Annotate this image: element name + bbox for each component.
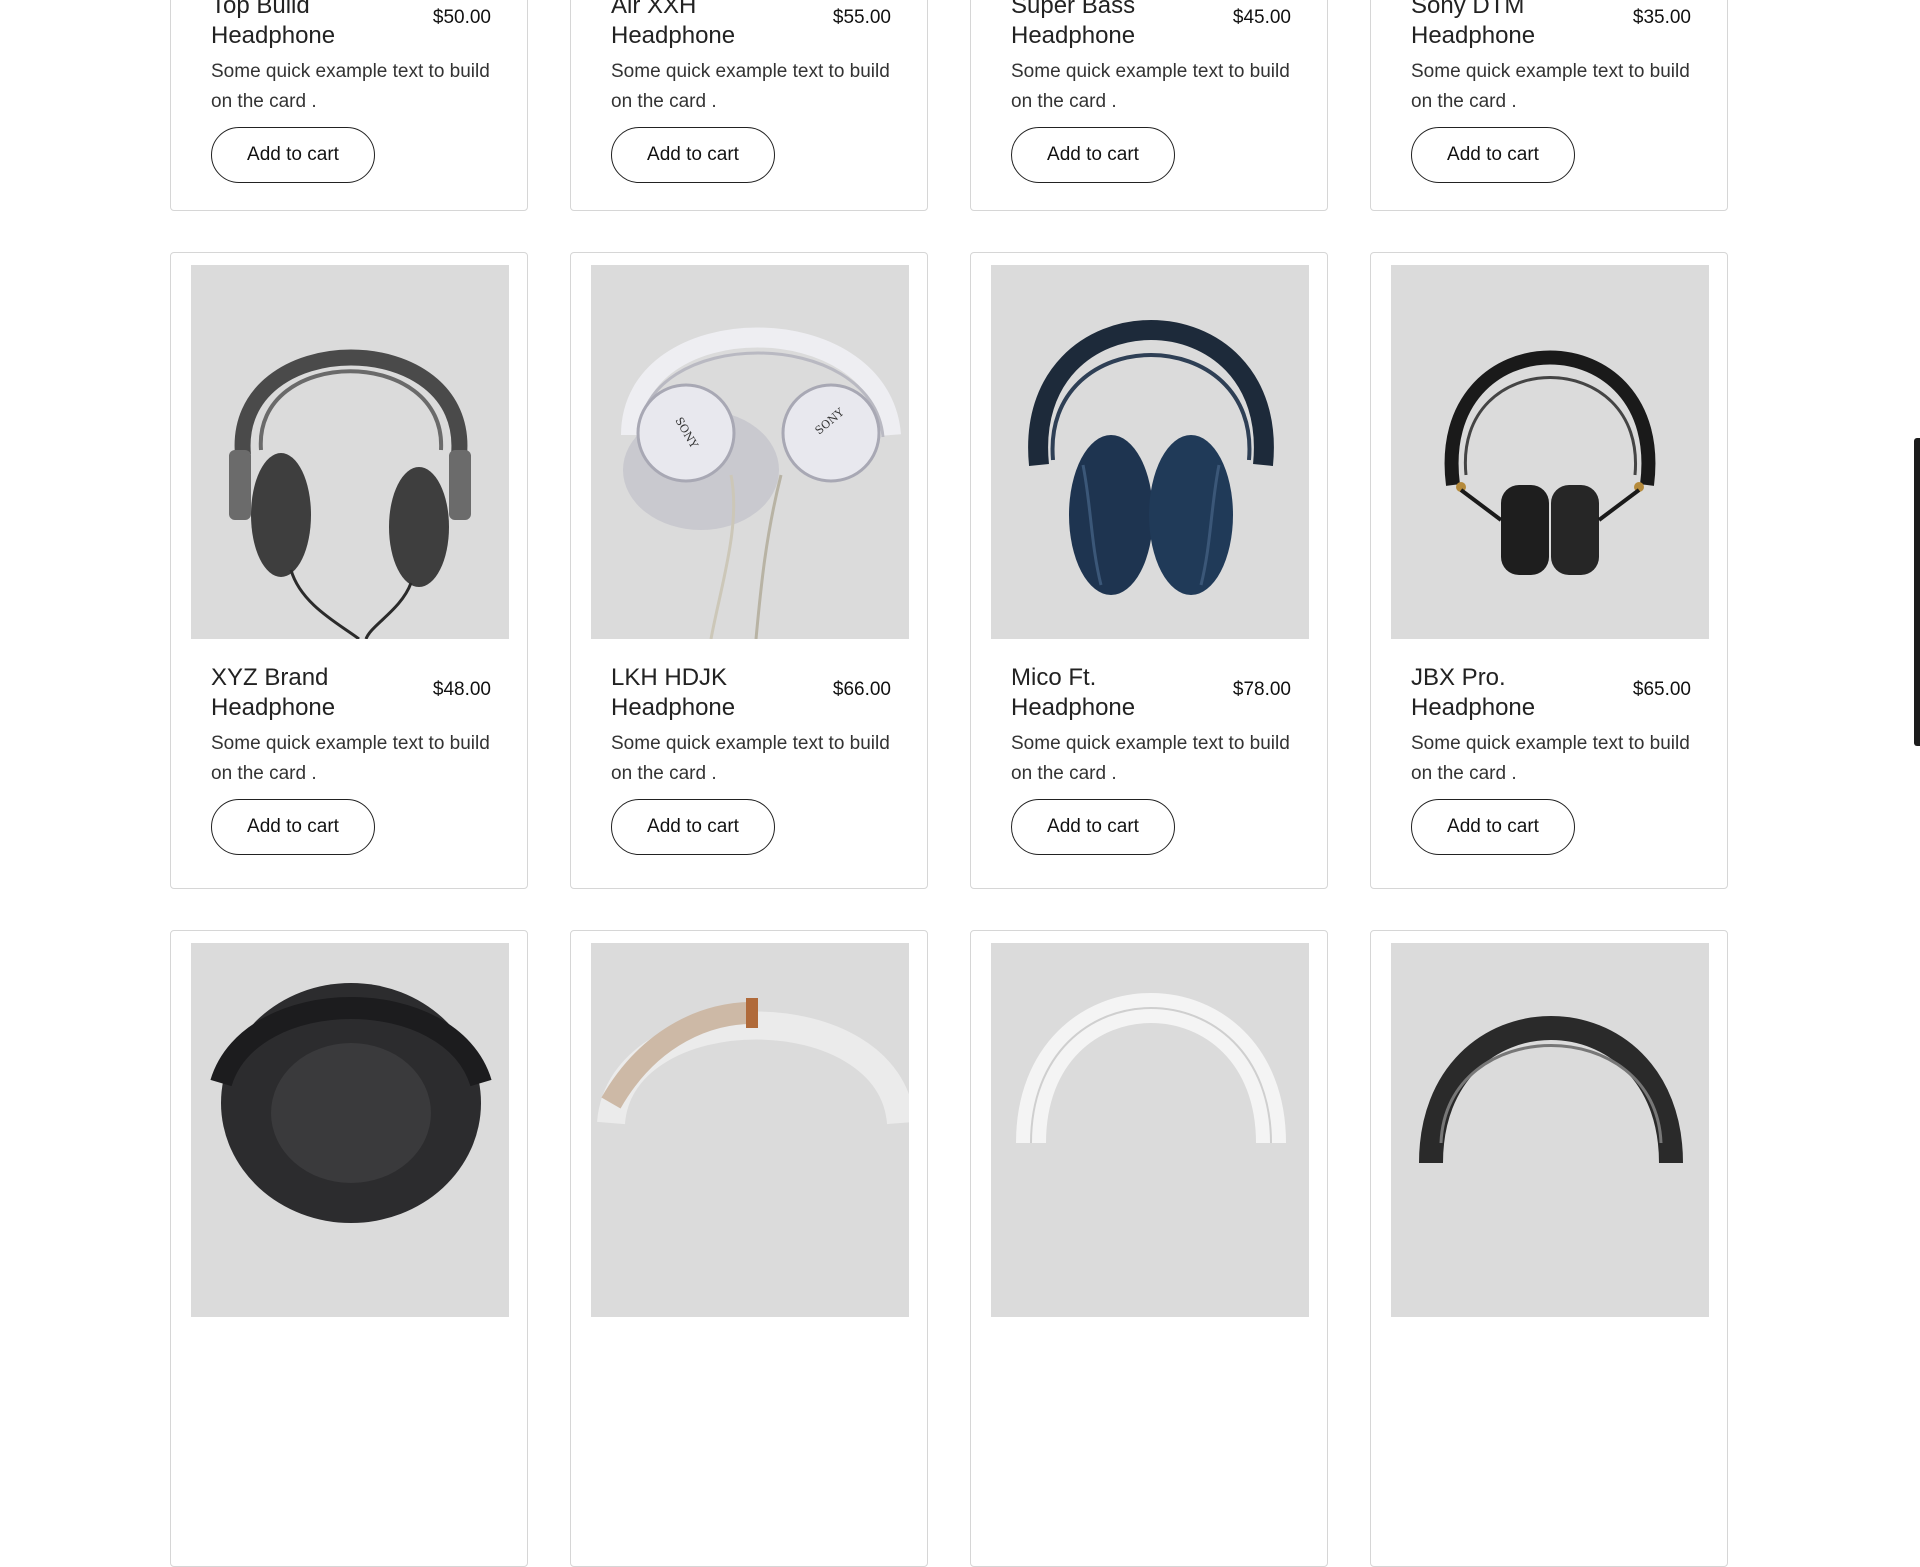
product-card: Sony DTM Headphone $35.00 Some quick exa…: [1370, 0, 1728, 211]
product-grid: Top Build Headphone $50.00 Some quick ex…: [0, 0, 1920, 1567]
add-to-cart-button[interactable]: Add to cart: [1411, 127, 1575, 183]
product-description: Some quick example text to build on the …: [1011, 733, 1290, 784]
headphone-image: [1419, 1016, 1683, 1164]
headphone-image: [597, 998, 909, 1125]
product-name: Mico Ft. Headphone: [1011, 664, 1136, 721]
product-card: Super Bass Headphone $45.00 Some quick e…: [970, 0, 1328, 211]
add-to-cart-button[interactable]: Add to cart: [1411, 799, 1575, 855]
product-card: [570, 930, 928, 1567]
headphone-image: [1444, 350, 1656, 575]
product-name: Super Bass Headphone: [1011, 0, 1136, 49]
add-to-cart-button[interactable]: Add to cart: [1011, 799, 1175, 855]
product-card: Air XXH Headphone $55.00 Some quick exam…: [570, 0, 928, 211]
product-card: [1370, 930, 1728, 1567]
product-card: Mico Ft. Headphone $78.00 Some quick exa…: [970, 252, 1328, 889]
product-card: Top Build Headphone $50.00 Some quick ex…: [170, 0, 528, 211]
product-name: JBX Pro. Headphone: [1411, 664, 1536, 721]
product-card: [170, 930, 528, 1567]
product-image[interactable]: SONY SONY: [591, 265, 909, 639]
product-image[interactable]: [191, 265, 509, 639]
product-description: Some quick example text to build on the …: [1411, 733, 1690, 784]
headphone-image: [229, 349, 471, 639]
product-image[interactable]: [591, 943, 909, 1317]
headphone-image: [210, 983, 492, 1223]
add-to-cart-button[interactable]: Add to cart: [611, 127, 775, 183]
product-description: Some quick example text to build on the …: [1411, 61, 1690, 112]
product-description: Some quick example text to build on the …: [611, 61, 890, 112]
product-name: Air XXH Headphone: [611, 0, 736, 49]
product-price: $66.00: [832, 679, 891, 700]
product-description: Some quick example text to build on the …: [1011, 61, 1290, 112]
product-name: XYZ Brand Headphone: [211, 664, 336, 721]
vertical-scrollbar-thumb[interactable]: [1914, 438, 1920, 746]
add-to-cart-button[interactable]: Add to cart: [1011, 127, 1175, 183]
product-description: Some quick example text to build on the …: [211, 733, 490, 784]
add-to-cart-button[interactable]: Add to cart: [211, 799, 375, 855]
product-image[interactable]: [991, 943, 1309, 1317]
headphone-image: [1016, 993, 1286, 1144]
product-price: $50.00: [432, 7, 491, 28]
product-price: $78.00: [1232, 679, 1291, 700]
product-card: JBX Pro. Headphone $65.00 Some quick exa…: [1370, 252, 1728, 889]
product-price: $35.00: [1632, 7, 1691, 28]
product-price: $55.00: [832, 7, 891, 28]
product-name: Sony DTM Headphone: [1411, 0, 1536, 49]
product-price: $48.00: [432, 679, 491, 700]
product-name: Top Build Headphone: [211, 0, 336, 49]
product-description: Some quick example text to build on the …: [211, 61, 490, 112]
product-price: $65.00: [1632, 679, 1691, 700]
product-card: XYZ Brand Headphone $48.00 Some quick ex…: [170, 252, 528, 889]
add-to-cart-button[interactable]: Add to cart: [211, 127, 375, 183]
headphone-image: [1028, 320, 1274, 595]
product-image[interactable]: [1391, 943, 1709, 1317]
product-image[interactable]: [991, 265, 1309, 639]
product-description: Some quick example text to build on the …: [611, 733, 890, 784]
product-card: [970, 930, 1328, 1567]
headphone-image: SONY SONY: [621, 327, 901, 639]
product-image[interactable]: [1391, 265, 1709, 639]
product-image[interactable]: [191, 943, 509, 1317]
product-price: $45.00: [1232, 7, 1291, 28]
add-to-cart-button[interactable]: Add to cart: [611, 799, 775, 855]
product-name: LKH HDJK Headphone: [611, 664, 736, 721]
product-card: SONY SONY LKH HDJK Headphone $66.00 Some…: [570, 252, 928, 889]
